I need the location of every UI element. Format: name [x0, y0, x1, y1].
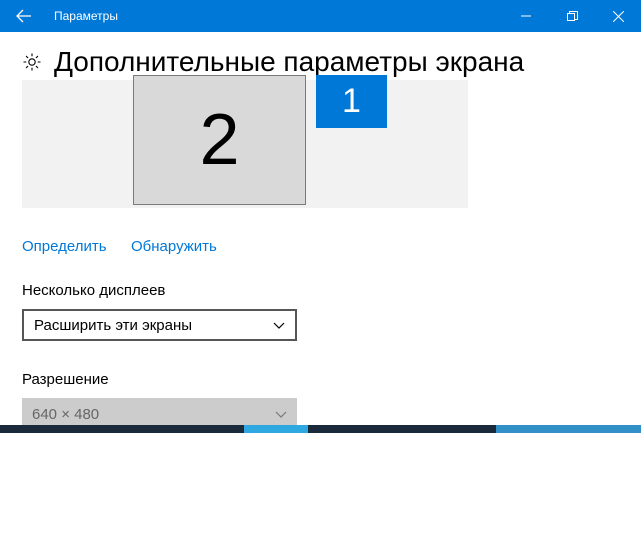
- identify-link[interactable]: Определить: [22, 238, 107, 255]
- maximize-button[interactable]: [549, 0, 595, 32]
- close-icon: [613, 11, 624, 22]
- resolution-value: 640 × 480: [32, 406, 99, 423]
- maximize-icon: [567, 11, 578, 22]
- minimize-button[interactable]: [503, 0, 549, 32]
- multi-display-label: Несколько дисплеев: [22, 282, 619, 299]
- close-button[interactable]: [595, 0, 641, 32]
- chevron-down-icon: [273, 319, 285, 331]
- monitor-display-1[interactable]: 1: [316, 75, 387, 128]
- gear-icon: [22, 52, 42, 77]
- page-title: Дополнительные параметры экрана: [54, 46, 524, 78]
- resolution-label: Разрешение: [22, 371, 619, 388]
- window-title: Параметры: [48, 9, 503, 23]
- monitor-1-label: 1: [342, 82, 361, 121]
- monitor-2-label: 2: [199, 99, 239, 181]
- monitor-arrangement[interactable]: 2 1: [22, 80, 468, 208]
- detect-link[interactable]: Обнаружить: [131, 238, 217, 255]
- monitor-display-2[interactable]: 2: [133, 75, 306, 205]
- chevron-down-icon: [275, 408, 287, 420]
- back-button[interactable]: [0, 0, 48, 32]
- back-arrow-icon: [15, 7, 33, 25]
- multi-display-value: Расширить эти экраны: [34, 317, 192, 334]
- content-area: Дополнительные параметры экрана 2 1 Опре…: [0, 32, 641, 474]
- page-header: Дополнительные параметры экрана: [22, 46, 619, 78]
- window-controls: [503, 0, 641, 32]
- monitor-actions: Определить Обнаружить: [22, 238, 619, 256]
- titlebar: Параметры: [0, 0, 641, 32]
- minimize-icon: [521, 11, 531, 21]
- taskbar-segment: [244, 425, 308, 433]
- taskbar-segment: [496, 425, 641, 433]
- multi-display-dropdown[interactable]: Расширить эти экраны: [22, 309, 297, 341]
